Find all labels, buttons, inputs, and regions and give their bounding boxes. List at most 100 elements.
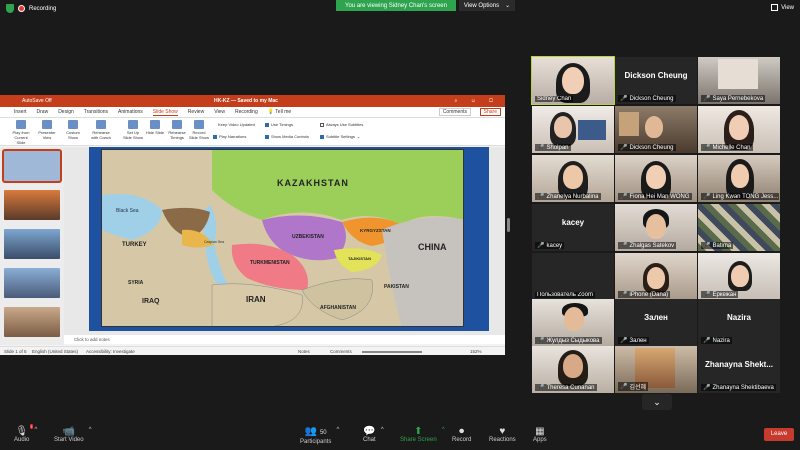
- participant-tile[interactable]: Пользователь Zoom: [532, 253, 614, 300]
- rehearse-timings-button[interactable]: Rehearse Timings: [166, 120, 188, 140]
- slide-thumbnail[interactable]: [4, 190, 60, 220]
- slide-thumbnail[interactable]: [4, 268, 60, 298]
- play-from-current-button[interactable]: Play from Current Slide: [10, 120, 32, 145]
- tab-recording[interactable]: Recording: [235, 109, 258, 115]
- window-controls[interactable]: ⌕ ☺ ▢: [455, 98, 500, 104]
- participant-tile[interactable]: Sidney Chan: [531, 56, 615, 105]
- tab-view[interactable]: View: [214, 109, 225, 115]
- chat-options-caret[interactable]: ^: [381, 427, 384, 433]
- slide-show-ribbon: Play from Current Slide Presenter View C…: [0, 118, 505, 146]
- participants-options-caret[interactable]: ^: [337, 427, 340, 433]
- participants-button[interactable]: 👥 50 ^ Participants: [300, 426, 339, 445]
- participant-tile[interactable]: 🎤 Saya Pernebekova: [698, 57, 780, 104]
- participant-tile[interactable]: 🎤 Zhalgas Satekov: [615, 204, 697, 251]
- speaker-notes-area[interactable]: Click to add notes: [64, 335, 505, 344]
- participant-tile[interactable]: 🎤 Жулдыз Сыдыкова: [532, 299, 614, 346]
- play-narrations-checkbox[interactable]: Play Narrations: [213, 134, 246, 139]
- zoom-slider[interactable]: [362, 351, 422, 353]
- face-shape: [646, 165, 666, 189]
- custom-show-button[interactable]: Custom Show: [62, 120, 84, 140]
- slide-thumbnail[interactable]: [2, 149, 62, 183]
- lightbulb-icon: 💡: [267, 109, 274, 115]
- subtitle-settings-dropdown[interactable]: Subtitle Settings ⌄: [320, 134, 360, 139]
- recording-indicator[interactable]: Recording: [6, 4, 56, 13]
- tab-design[interactable]: Design: [58, 109, 74, 115]
- share-scrollbar[interactable]: [507, 218, 510, 232]
- leave-button[interactable]: Leave: [764, 428, 794, 441]
- notes-toggle[interactable]: Notes: [298, 349, 310, 354]
- timer-icon: [172, 120, 182, 129]
- participant-tile[interactable]: 🎤 Dickson Cheung: [615, 106, 697, 153]
- participant-name: Пользователь Zoom: [537, 292, 593, 298]
- map-label: IRAN: [246, 295, 266, 304]
- apps-button[interactable]: ▦ Apps: [533, 426, 547, 443]
- hide-slide-button[interactable]: Hide Slide: [144, 120, 166, 135]
- current-slide[interactable]: KAZAKHSTAN UZBEKISTAN TURKMENISTAN KYRGY…: [89, 147, 489, 331]
- set-up-slide-show-button[interactable]: Set Up Slide Show: [122, 120, 144, 140]
- tell-me-search[interactable]: 💡 Tell me: [268, 109, 291, 115]
- participant-tile[interactable]: 🎤 Sholpan: [532, 106, 614, 153]
- tab-slide-show[interactable]: Slide Show: [152, 109, 178, 116]
- show-media-controls-checkbox[interactable]: Show Media Controls: [265, 134, 309, 139]
- recording-label: Recording: [29, 5, 57, 12]
- participant-tile[interactable]: 🎤 Fiona Hei Man WONG: [615, 155, 697, 202]
- ribbon-label: Rehearse with Coach: [91, 130, 111, 140]
- participant-tile[interactable]: Zhanayna Shekt... 🎤 Zhanayna Shektibaeva: [698, 346, 780, 393]
- always-use-subtitles-checkbox[interactable]: Always Use Subtitles: [320, 122, 363, 127]
- tab-transitions[interactable]: Transitions: [84, 109, 108, 115]
- start-video-button[interactable]: 📹 ^ Start Video: [54, 426, 92, 443]
- presenter-view-button[interactable]: Presenter View: [36, 120, 58, 140]
- security-shield-icon[interactable]: [6, 4, 14, 13]
- option-label: Use Timings: [271, 122, 294, 127]
- participant-name: Theresa Cunanan: [546, 384, 595, 391]
- tab-insert[interactable]: Insert: [14, 109, 27, 115]
- participant-name-label: 🎤 Zhalgas Satekov: [618, 242, 677, 249]
- participant-tile[interactable]: Зален 🎤 Зален: [615, 299, 697, 346]
- share-button[interactable]: Share: [479, 108, 501, 116]
- participant-tile[interactable]: 🎤 Batima: [698, 204, 780, 251]
- share-options-caret[interactable]: ^: [442, 427, 445, 433]
- autosave-toggle[interactable]: AutoSave Off: [22, 98, 52, 104]
- zoom-level[interactable]: 152%: [470, 349, 482, 354]
- audio-options-caret[interactable]: ^: [35, 427, 38, 433]
- tab-animations[interactable]: Animations: [118, 109, 143, 115]
- record-slide-show-button[interactable]: Record Slide Show: [188, 120, 210, 140]
- participant-tile[interactable]: 🎤 Ling Kwan TONG Jess...: [698, 155, 780, 202]
- slide-thumbnail[interactable]: [4, 307, 60, 337]
- chat-button[interactable]: 💬 ^ Chat: [363, 426, 384, 443]
- participant-name: Dickson Cheung: [629, 144, 674, 151]
- participant-tile[interactable]: 🎤 김선혜: [615, 346, 697, 393]
- participant-tile[interactable]: 🎤 Theresa Cunanan: [532, 346, 614, 393]
- face-shape: [731, 164, 749, 188]
- participant-tile[interactable]: 🎤 iPhone (Dana): [615, 253, 697, 300]
- tab-review[interactable]: Review: [188, 109, 204, 115]
- participant-name-label: 🎤 Жулдыз Сыдыкова: [535, 337, 602, 344]
- record-button[interactable]: ⏺ Record: [452, 426, 471, 443]
- comments-button[interactable]: Comments: [438, 108, 471, 116]
- chat-icon: 💬: [363, 426, 376, 437]
- use-timings-checkbox[interactable]: Use Timings: [265, 122, 293, 127]
- keep-video-updated-option[interactable]: Keep Video Updated: [218, 122, 255, 127]
- participant-tile[interactable]: 🎤 Michelle Chan: [698, 106, 780, 153]
- participant-tile[interactable]: Dickson Cheung 🎤 Dickson Cheung: [615, 57, 697, 104]
- participant-tile[interactable]: kacey 🎤 kacey: [532, 204, 614, 251]
- record-label: Record: [452, 437, 472, 443]
- comments-toggle[interactable]: Comments: [330, 349, 352, 354]
- accessibility-status[interactable]: Accessibility: Investigate: [86, 349, 135, 354]
- map-label: KYRGYZSTAN: [360, 228, 391, 233]
- participant-tile[interactable]: 🎤 Еркежан: [698, 253, 780, 300]
- language-indicator[interactable]: English (United States): [32, 349, 78, 354]
- participant-tile[interactable]: 🎤 Zhanelya Nurbalina: [532, 155, 614, 202]
- video-options-caret[interactable]: ^: [89, 427, 92, 433]
- tab-draw[interactable]: Draw: [37, 109, 49, 115]
- slide-thumbnail[interactable]: [4, 229, 60, 259]
- view-button[interactable]: View: [771, 4, 794, 11]
- checkbox-icon: [213, 134, 217, 139]
- participant-tile[interactable]: Nazira 🎤 Nazira: [698, 299, 780, 346]
- view-options-button[interactable]: View Options ⌄: [459, 0, 515, 11]
- reactions-button[interactable]: ♥ Reactions: [489, 426, 516, 443]
- gallery-next-page-button[interactable]: ⌄: [642, 394, 672, 410]
- share-screen-button[interactable]: ⬆ ^ Share Screen: [400, 426, 445, 443]
- rehearse-coach-button[interactable]: Rehearse with Coach: [90, 120, 112, 140]
- audio-button[interactable]: 🎙 ! ^ Audio: [14, 424, 37, 443]
